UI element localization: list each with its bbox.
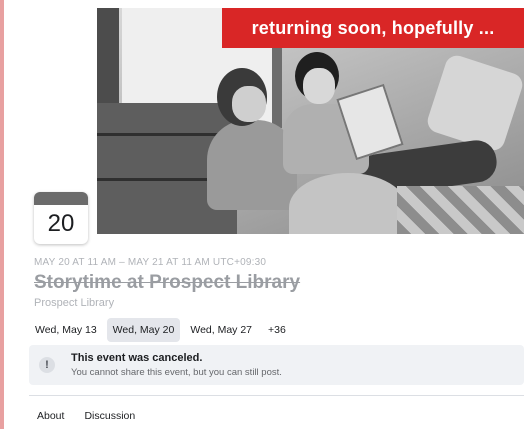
event-title: Storytime at Prospect Library	[34, 272, 301, 293]
notice-heading: This event was canceled.	[71, 352, 203, 364]
date-tile-day: 20	[47, 210, 75, 237]
more-dates-tab[interactable]: +36	[262, 318, 292, 342]
event-nav-tabs: About Discussion	[37, 410, 135, 422]
canceled-notice: ! This event was canceled. You cannot sh…	[29, 345, 524, 385]
date-tile: 20	[34, 192, 88, 244]
date-tile-header	[34, 192, 88, 205]
divider	[29, 395, 524, 396]
tab-discussion[interactable]: Discussion	[84, 410, 135, 422]
date-tab-may-20[interactable]: Wed, May 20	[106, 318, 181, 342]
notice-message: You cannot share this event, but you can…	[71, 367, 282, 378]
event-date-range: MAY 20 AT 11 AM – MAY 21 AT 11 AM UTC+09…	[34, 257, 267, 268]
date-tabs: Wed, May 13 Wed, May 20 Wed, May 27 +36	[29, 318, 292, 342]
date-tab-may-27[interactable]: Wed, May 27	[184, 318, 258, 342]
date-tab-may-13[interactable]: Wed, May 13	[29, 318, 103, 342]
tab-about[interactable]: About	[37, 410, 64, 422]
warning-icon: !	[39, 357, 55, 373]
returning-soon-banner: returning soon, hopefully ...	[222, 8, 524, 48]
event-host-link[interactable]: Prospect Library	[34, 297, 114, 309]
left-edge-rule	[0, 0, 4, 429]
